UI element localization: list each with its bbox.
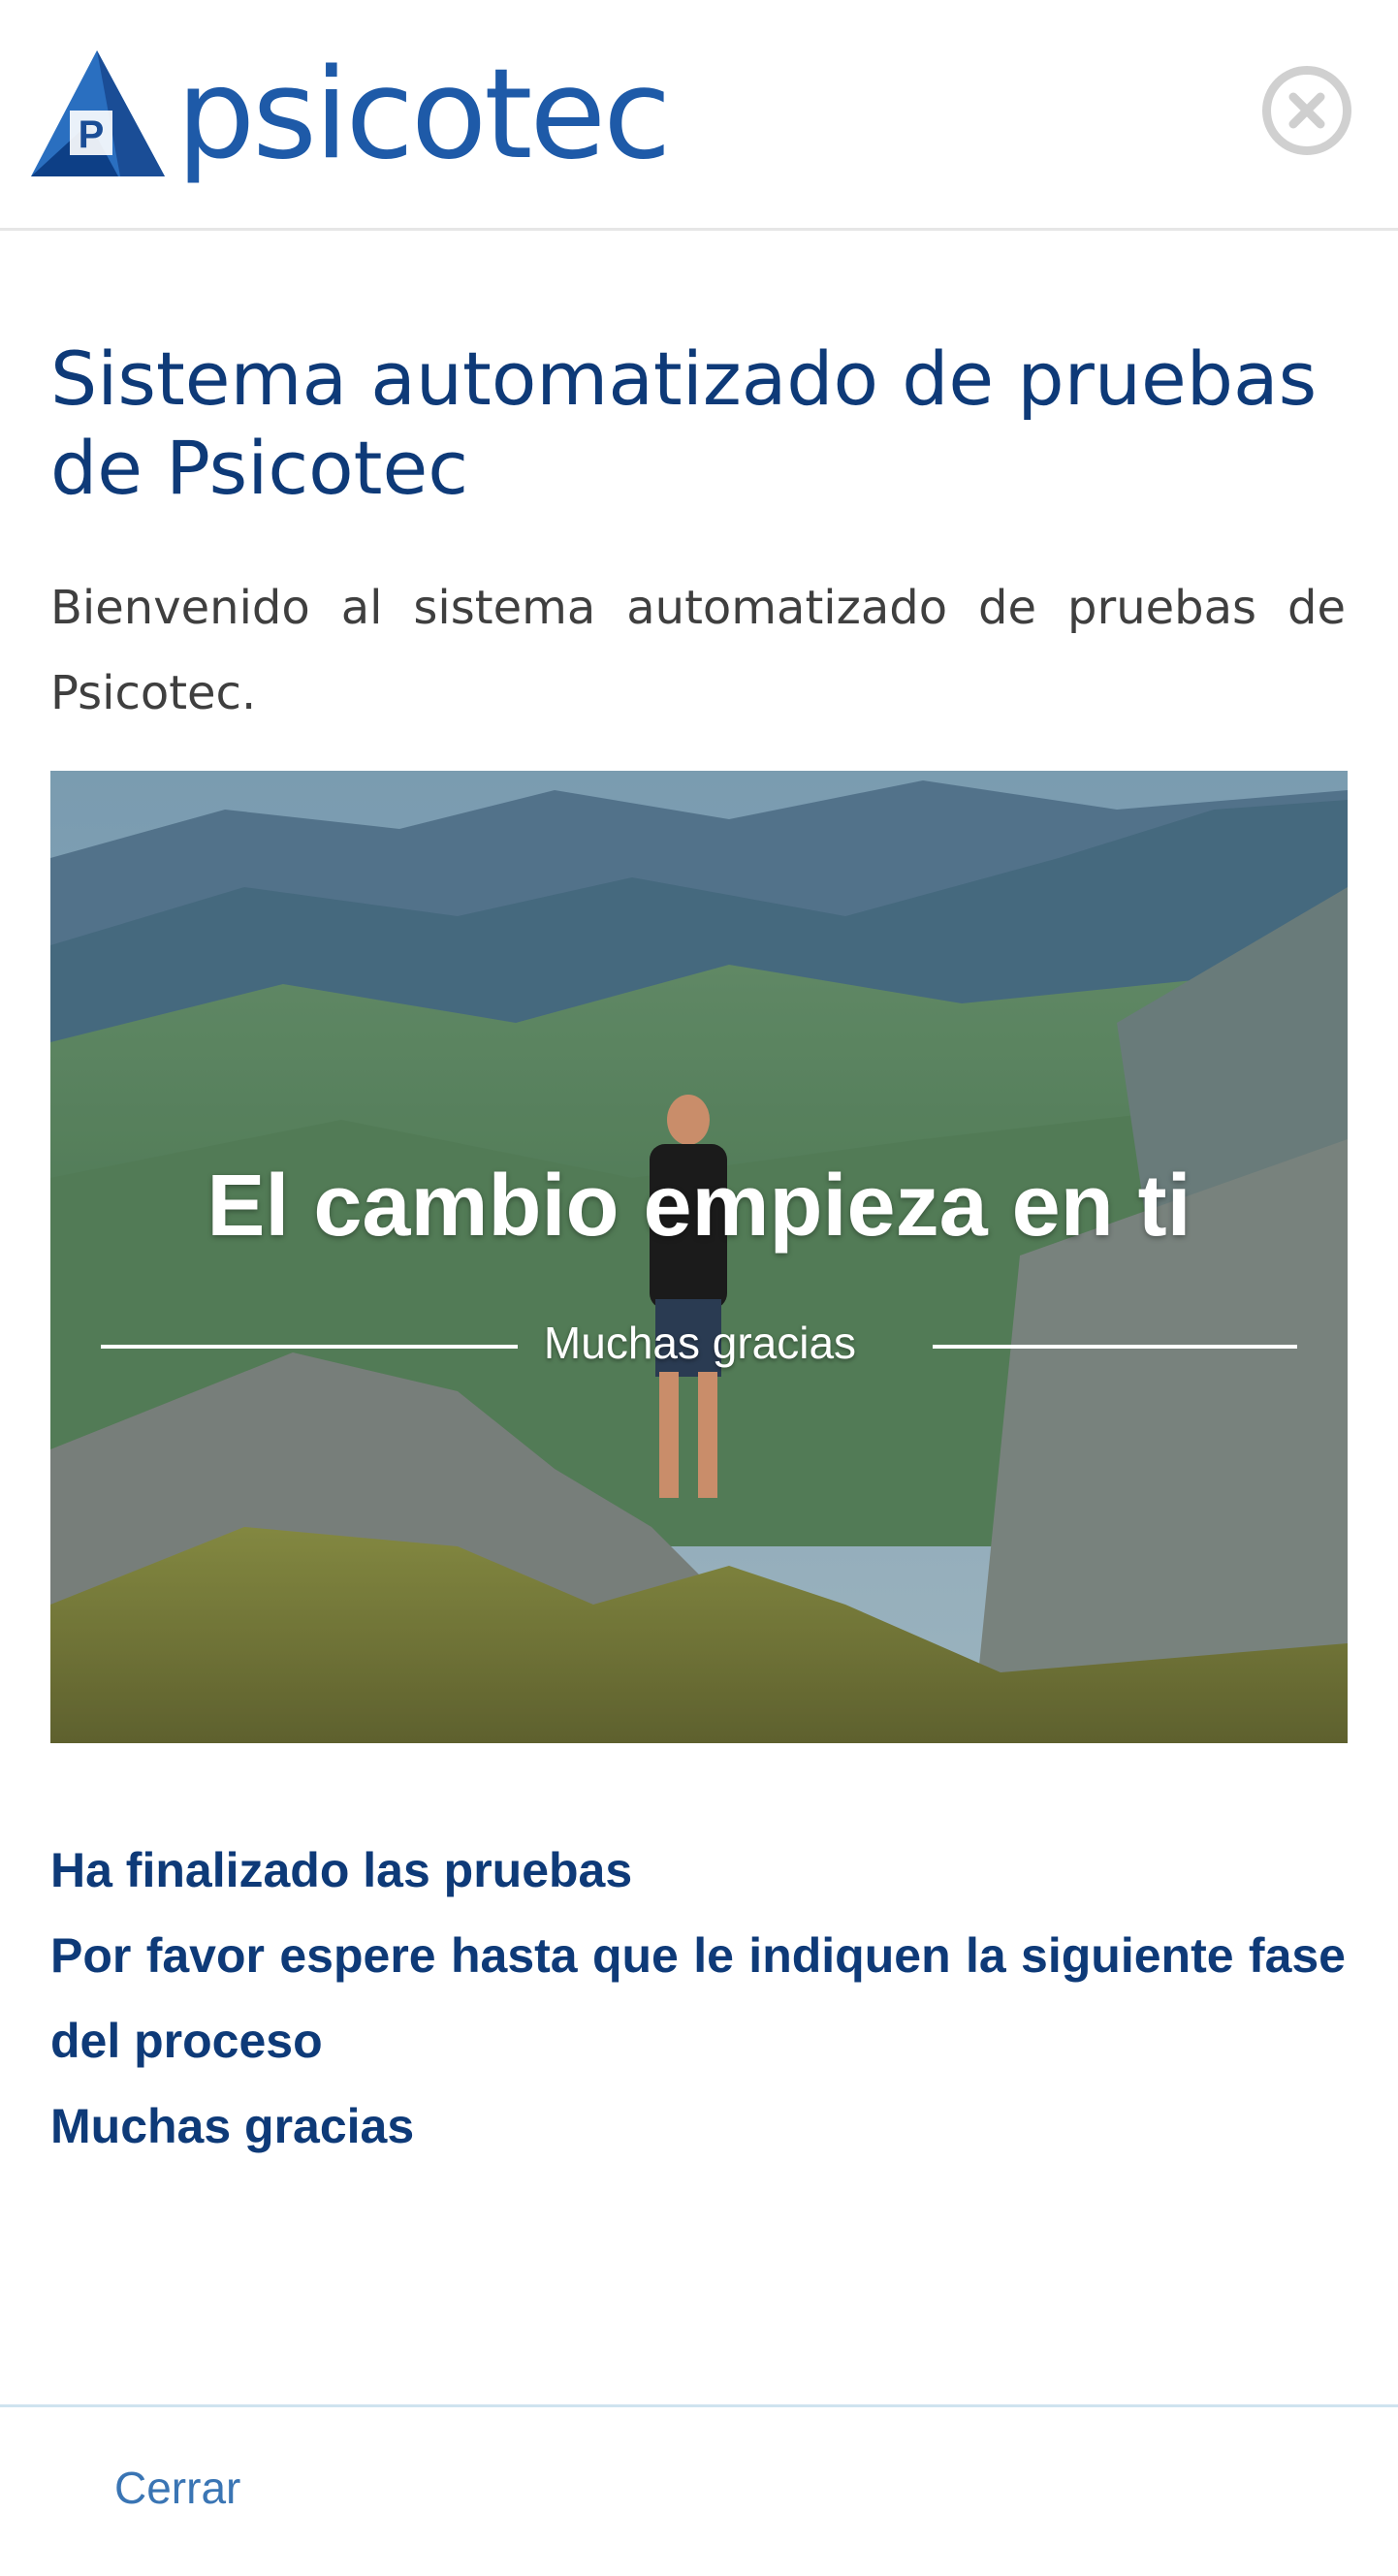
completion-message: Ha finalizado las pruebas Por favor espe… bbox=[50, 1828, 1346, 2169]
message-line: Muchas gracias bbox=[50, 2099, 415, 2153]
close-link[interactable]: Cerrar bbox=[114, 2462, 240, 2514]
banner-divider-left bbox=[101, 1345, 518, 1349]
logo-text: psicotec bbox=[176, 43, 671, 187]
banner-headline: El cambio empieza en ti bbox=[207, 1158, 1191, 1255]
psicotec-logo: P psicotec bbox=[31, 43, 700, 187]
banner-divider-right bbox=[933, 1345, 1297, 1349]
hero-banner: El cambio empieza en ti Muchas gracias bbox=[50, 771, 1348, 1743]
logo-mark-icon: P bbox=[31, 50, 165, 176]
close-button[interactable] bbox=[1262, 66, 1351, 155]
page-title: Sistema automatizado de pruebas de Psico… bbox=[50, 335, 1318, 511]
close-icon bbox=[1288, 92, 1325, 129]
app-header: P psicotec bbox=[0, 0, 1398, 231]
message-line: Ha finalizado las pruebas bbox=[50, 1843, 633, 1897]
intro-text: Bienvenido al sistema automatizado de pr… bbox=[50, 581, 1346, 720]
logo-mark-letter: P bbox=[79, 113, 105, 156]
banner-subtitle: Muchas gracias bbox=[543, 1318, 857, 1368]
message-line: Por favor espere hasta que le indiquen l… bbox=[50, 1928, 1346, 2068]
modal-footer: Cerrar bbox=[0, 2404, 1398, 2576]
